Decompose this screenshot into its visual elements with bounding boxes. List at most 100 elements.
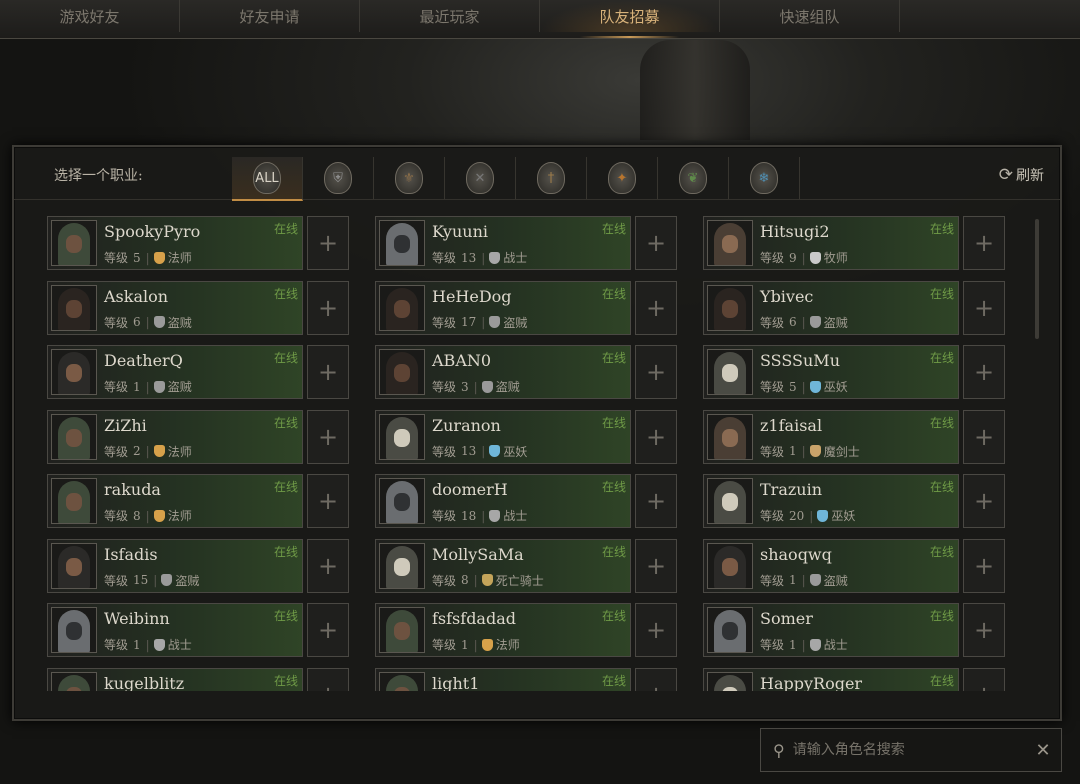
- class-tab-necromancer[interactable]: ❄: [729, 157, 800, 199]
- online-status: 在线: [273, 673, 298, 688]
- add-friend-button[interactable]: +: [963, 538, 1005, 593]
- level-prefix: 等级: [432, 638, 457, 652]
- add-friend-button[interactable]: +: [635, 280, 677, 335]
- level-prefix: 等级: [432, 251, 457, 265]
- meta-divider: |: [145, 250, 150, 265]
- add-friend-button[interactable]: +: [963, 409, 1005, 464]
- player-class: 巫妖: [823, 380, 848, 394]
- add-friend-button[interactable]: +: [635, 538, 677, 593]
- refresh-button[interactable]: ⟳ 刷新: [999, 165, 1044, 185]
- class-tab-all[interactable]: ALL: [232, 157, 303, 201]
- add-friend-button[interactable]: +: [307, 667, 349, 691]
- player-card[interactable]: Kyuuni 在线 等级 13 | 战士: [375, 216, 631, 270]
- player-class: 盗贼: [503, 315, 528, 330]
- player-card[interactable]: Hitsugi2 在线 等级 9 | 牧师: [703, 216, 959, 270]
- add-friend-button[interactable]: +: [635, 667, 677, 691]
- player-level: 15: [133, 573, 149, 587]
- player-card[interactable]: z1faisal 在线 等级 1 | 魔剑士: [703, 409, 959, 464]
- online-status: 在线: [601, 544, 626, 559]
- player-card[interactable]: light1 在线: [375, 667, 631, 692]
- tab-2[interactable]: 最近玩家: [360, 0, 540, 32]
- player-card[interactable]: Zuranon 在线 等级 13 | 巫妖: [375, 409, 631, 464]
- add-friend-button[interactable]: +: [635, 345, 677, 399]
- player-card[interactable]: Trazuin 在线 等级 20 | 巫妖: [703, 474, 959, 528]
- tab-4[interactable]: 快速组队: [720, 0, 900, 32]
- player-card[interactable]: shaoqwq 在线 等级 1 | 盗贼: [703, 538, 959, 593]
- class-tab-rogue-crest[interactable]: ⚜: [374, 157, 445, 199]
- player-card[interactable]: Isfadis 在线 等级 15 | 盗贼: [47, 538, 303, 593]
- list-scrollbar[interactable]: [1035, 219, 1039, 339]
- add-friend-button[interactable]: +: [635, 603, 677, 657]
- mage-class-icon: ✦: [608, 162, 636, 194]
- level-prefix: 等级: [104, 315, 129, 330]
- player-card[interactable]: Somer 在线 等级 1 | 战士: [703, 603, 959, 657]
- player-card[interactable]: ABAN0 在线 等级 3 | 盗贼: [375, 345, 631, 399]
- level-prefix: 等级: [760, 638, 785, 652]
- class-icon: [153, 445, 165, 457]
- player-card[interactable]: kugelblitz 在线: [47, 667, 303, 691]
- class-tab-warrior[interactable]: ⛨: [303, 157, 374, 199]
- player-card[interactable]: SSSSuMu 在线 等级 5 | 巫妖: [703, 345, 959, 399]
- class-tab-rogue[interactable]: ✕: [445, 157, 516, 199]
- add-friend-button[interactable]: +: [963, 280, 1005, 335]
- add-friend-button[interactable]: +: [307, 409, 349, 464]
- clear-icon[interactable]: ✕: [1025, 740, 1061, 761]
- class-filter-tabs: ALL ⛨ ⚜ ✕ † ✦ ❦ ❄: [232, 157, 800, 201]
- player-card[interactable]: Weibinn 在线 等级 1 | 战士: [47, 603, 303, 657]
- add-friend-button[interactable]: +: [963, 216, 1005, 270]
- add-friend-button[interactable]: +: [963, 345, 1005, 399]
- class-tab-mage[interactable]: ✦: [587, 157, 658, 199]
- tab-0[interactable]: 游戏好友: [0, 0, 180, 32]
- meta-divider: |: [145, 379, 150, 394]
- player-card[interactable]: ZiZhi 在线 等级 2 | 法师: [47, 409, 303, 464]
- player-meta: 等级 8 | 死亡骑士: [432, 572, 544, 589]
- player-card[interactable]: DeatherQ 在线 等级 1 | 盗贼: [47, 345, 303, 399]
- player-row: MollySaMa 在线 等级 8 | 死亡骑士 +: [375, 538, 679, 595]
- player-row: Somer 在线 等级 1 | 战士 +: [703, 603, 1007, 659]
- player-name: light1: [432, 673, 480, 692]
- add-friend-button[interactable]: +: [963, 667, 1005, 691]
- add-friend-button[interactable]: +: [307, 538, 349, 593]
- tab-3[interactable]: 队友招募: [540, 0, 720, 38]
- player-meta: 等级 8 | 法师: [104, 507, 192, 524]
- player-card[interactable]: HeHeDog 在线 等级 17 | 盗贼: [375, 280, 631, 335]
- player-card[interactable]: Ybivec 在线 等级 6 | 盗贼: [703, 280, 959, 335]
- recruit-panel: 选择一个职业: ALL ⛨ ⚜ ✕ † ✦ ❦ ❄ ⟳ 刷新 SpookyPyro 在线 等级 5 |…: [12, 145, 1062, 721]
- player-card[interactable]: rakuda 在线 等级 8 | 法师: [47, 474, 303, 528]
- player-meta: 等级 1 | 法师: [432, 636, 520, 653]
- add-friend-button[interactable]: +: [307, 474, 349, 528]
- player-card[interactable]: doomerH 在线 等级 18 | 战士: [375, 474, 631, 528]
- meta-divider: |: [473, 573, 478, 587]
- player-row: Hitsugi2 在线 等级 9 | 牧师 +: [703, 216, 1007, 272]
- avatar-face: [394, 235, 410, 253]
- player-card[interactable]: SpookyPyro 在线 等级 5 | 法师: [47, 216, 303, 270]
- player-name: shaoqwq: [760, 544, 832, 564]
- player-card[interactable]: HappyRoger 在线: [703, 667, 959, 691]
- add-friend-button[interactable]: +: [635, 474, 677, 528]
- search-input[interactable]: [790, 741, 1025, 759]
- add-friend-button[interactable]: +: [307, 603, 349, 657]
- player-name: Zuranon: [432, 415, 501, 435]
- add-friend-button[interactable]: +: [963, 474, 1005, 528]
- add-friend-button[interactable]: +: [635, 216, 677, 270]
- add-friend-button[interactable]: +: [307, 280, 349, 335]
- class-icon: [481, 380, 493, 393]
- refresh-label: 刷新: [1016, 168, 1044, 184]
- level-prefix: 等级: [104, 573, 129, 588]
- add-friend-button[interactable]: +: [307, 345, 349, 399]
- add-friend-button[interactable]: +: [307, 216, 349, 270]
- tab-1[interactable]: 好友申请: [180, 0, 360, 32]
- avatar-face: [66, 493, 82, 511]
- player-card[interactable]: Askalon 在线 等级 6 | 盗贼: [47, 280, 303, 335]
- player-row: Zuranon 在线 等级 13 | 巫妖 +: [375, 409, 679, 466]
- player-card[interactable]: fsfsfdadad 在线 等级 1 | 法师: [375, 603, 631, 657]
- online-status: 在线: [929, 673, 954, 688]
- player-card[interactable]: MollySaMa 在线 等级 8 | 死亡骑士: [375, 538, 631, 593]
- add-friend-button[interactable]: +: [635, 409, 677, 464]
- class-tab-druid[interactable]: ❦: [658, 157, 729, 199]
- player-avatar: [379, 220, 425, 266]
- player-avatar: [707, 220, 753, 266]
- add-friend-button[interactable]: +: [963, 603, 1005, 657]
- class-tab-spellblade[interactable]: †: [516, 157, 587, 199]
- player-name: ABAN0: [432, 351, 492, 370]
